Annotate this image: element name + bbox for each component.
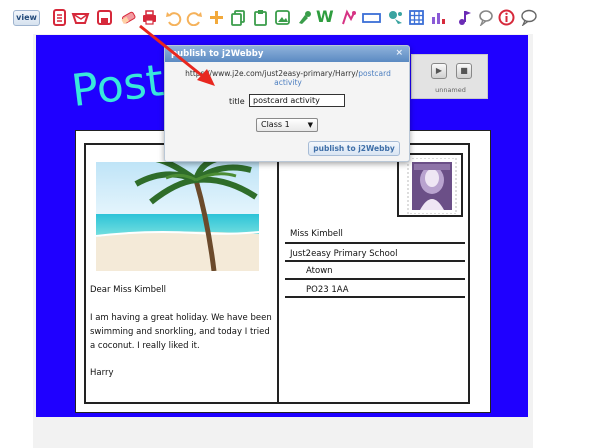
stop-icon: ■ xyxy=(460,66,468,75)
address-line xyxy=(285,260,465,262)
stamp[interactable] xyxy=(397,153,463,217)
media-panel: ▶ ■ unnamed xyxy=(411,54,488,99)
stop-button[interactable]: ■ xyxy=(456,63,472,79)
table-icon[interactable] xyxy=(408,9,425,26)
title-input[interactable]: postcard activity xyxy=(249,94,345,107)
paint-icon[interactable] xyxy=(296,9,313,26)
play-icon: ▶ xyxy=(435,66,443,75)
play-button[interactable]: ▶ xyxy=(431,63,447,79)
close-icon[interactable]: × xyxy=(395,48,403,58)
publish-url: https://www.j2e.com/just2easy-primary/Ha… xyxy=(173,69,403,87)
media-label: unnamed xyxy=(435,86,466,94)
address-line xyxy=(285,278,465,280)
music-icon[interactable] xyxy=(457,9,474,26)
message-line: a coconut. I really liked it. xyxy=(90,341,200,351)
publish-dialog: publish to j2Webby × https://www.j2e.com… xyxy=(164,45,410,162)
toolbar: view W xyxy=(0,0,605,34)
message-line: swimming and snorkling, and today I trie… xyxy=(90,327,270,337)
save-icon[interactable] xyxy=(96,9,113,26)
address-town: Atown xyxy=(306,266,333,276)
postcard-divider xyxy=(277,143,279,404)
beach-photo[interactable] xyxy=(96,162,259,271)
comment-icon[interactable] xyxy=(520,9,537,26)
url-prefix: https://www.j2e.com/just2easy-primary/Ha… xyxy=(185,69,359,78)
chart-icon[interactable] xyxy=(430,9,447,26)
message-line: I am having a great holiday. We have bee… xyxy=(90,313,272,323)
paste-icon[interactable] xyxy=(252,9,269,26)
dialog-title: publish to j2Webby xyxy=(171,49,264,59)
eraser-icon[interactable] xyxy=(120,9,137,26)
address-postcode: PO23 1AA xyxy=(306,285,349,295)
draw-icon[interactable] xyxy=(340,9,357,26)
address-name: Miss Kimbell xyxy=(290,229,343,239)
address-line xyxy=(285,296,465,298)
address-line xyxy=(285,242,465,244)
message-signature: Harry xyxy=(90,368,114,378)
note-icon[interactable] xyxy=(51,9,68,26)
word-icon[interactable]: W xyxy=(316,8,334,26)
message-greeting: Dear Miss Kimbell xyxy=(90,285,166,295)
chevron-down-icon: ▼ xyxy=(307,121,313,129)
copy-icon[interactable] xyxy=(230,9,247,26)
textbox-icon[interactable] xyxy=(362,9,381,26)
print-icon[interactable] xyxy=(141,9,158,26)
image-icon[interactable] xyxy=(274,9,291,26)
view-button[interactable]: view xyxy=(13,10,40,26)
class-select-value: Class 1 xyxy=(261,120,290,129)
class-select[interactable]: Class 1 ▼ xyxy=(256,118,318,132)
dialog-header[interactable]: publish to j2Webby × xyxy=(165,46,409,62)
animate-icon[interactable] xyxy=(387,9,404,26)
publish-button[interactable]: publish to j2Webby xyxy=(308,141,400,156)
add-icon[interactable] xyxy=(208,9,225,26)
speech-bubble-icon[interactable] xyxy=(477,9,494,26)
address-school: Just2easy Primary School xyxy=(290,249,398,259)
title-label: title xyxy=(229,97,245,106)
info-icon[interactable] xyxy=(498,9,515,26)
undo-icon[interactable] xyxy=(165,9,182,26)
envelope-icon[interactable] xyxy=(71,9,90,26)
redo-icon[interactable] xyxy=(186,9,203,26)
